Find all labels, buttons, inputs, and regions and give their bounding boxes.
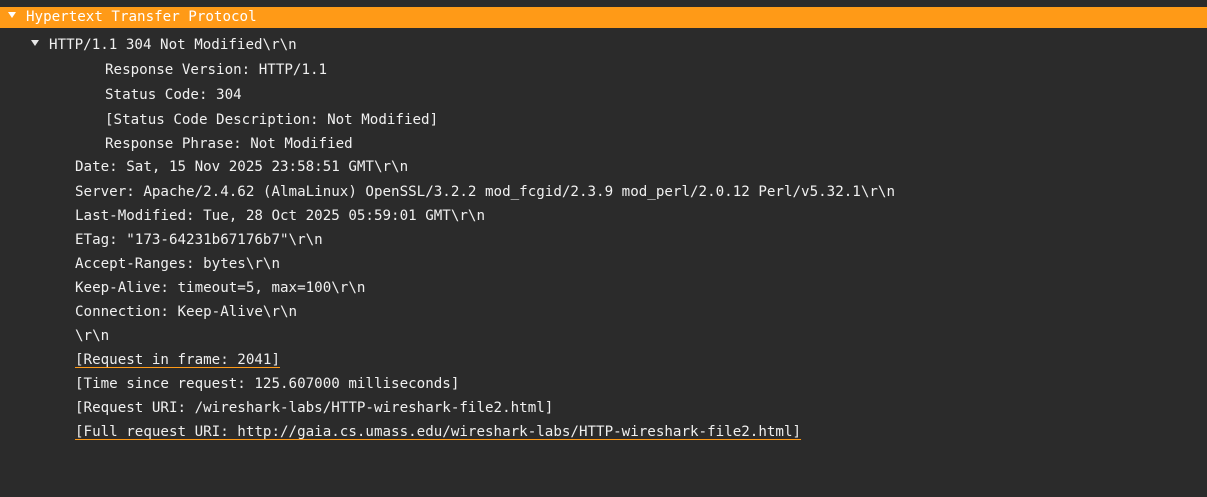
full-request-uri-link[interactable]: [Full request URI: http://gaia.cs.umass.… bbox=[75, 424, 801, 440]
tree-row-full-request-uri[interactable]: [Full request URI: http://gaia.cs.umass.… bbox=[0, 422, 1207, 442]
tree-row-label: [Request URI: /wireshark-labs/HTTP-wires… bbox=[75, 400, 554, 416]
tree-row-label: Accept-Ranges: bytes\r\n bbox=[75, 256, 280, 272]
tree-row-label: Connection: Keep-Alive\r\n bbox=[75, 304, 298, 320]
tree-row-label: ETag: "173-64231b67176b7"\r\n bbox=[75, 232, 323, 248]
tree-row-status-line[interactable]: HTTP/1.1 304 Not Modified\r\n bbox=[0, 35, 1207, 55]
tree-row-label: [Status Code Description: Not Modified] bbox=[105, 112, 439, 128]
expand-arrow-icon[interactable] bbox=[31, 40, 39, 46]
tree-row-label: HTTP/1.1 304 Not Modified\r\n bbox=[49, 37, 297, 53]
tree-row-status-code[interactable]: Status Code: 304 bbox=[0, 85, 1207, 105]
packet-details-pane[interactable]: Hypertext Transfer Protocol HTTP/1.1 304… bbox=[0, 0, 1207, 497]
tree-row-label: Server: Apache/2.4.62 (AlmaLinux) OpenSS… bbox=[75, 184, 895, 200]
tree-row-date[interactable]: Date: Sat, 15 Nov 2025 23:58:51 GMT\r\n bbox=[0, 157, 1207, 177]
tree-row-http[interactable]: Hypertext Transfer Protocol bbox=[0, 7, 1207, 28]
tree-row-accept-ranges[interactable]: Accept-Ranges: bytes\r\n bbox=[0, 254, 1207, 274]
tree-row-label: Status Code: 304 bbox=[105, 87, 242, 103]
tree-row-label: Date: Sat, 15 Nov 2025 23:58:51 GMT\r\n bbox=[75, 159, 409, 175]
tree-row-time-since-request[interactable]: [Time since request: 125.607000 millisec… bbox=[0, 374, 1207, 394]
tree-row-crlf[interactable]: \r\n bbox=[0, 326, 1207, 346]
tree-row-request-uri[interactable]: [Request URI: /wireshark-labs/HTTP-wires… bbox=[0, 398, 1207, 418]
tree-row-last-modified[interactable]: Last-Modified: Tue, 28 Oct 2025 05:59:01… bbox=[0, 206, 1207, 226]
tree-row-label: \r\n bbox=[75, 328, 110, 344]
expand-arrow-icon[interactable] bbox=[8, 12, 16, 18]
tree-row-server[interactable]: Server: Apache/2.4.62 (AlmaLinux) OpenSS… bbox=[0, 182, 1207, 202]
tree-row-label: Last-Modified: Tue, 28 Oct 2025 05:59:01… bbox=[75, 208, 485, 224]
tree-row-label: Response Phrase: Not Modified bbox=[105, 136, 353, 152]
tree-row-label: Response Version: HTTP/1.1 bbox=[105, 62, 328, 78]
tree-row-label: Keep-Alive: timeout=5, max=100\r\n bbox=[75, 280, 366, 296]
tree-row-label: [Time since request: 125.607000 millisec… bbox=[75, 376, 460, 392]
tree-row-label: Hypertext Transfer Protocol bbox=[26, 9, 257, 25]
tree-row-etag[interactable]: ETag: "173-64231b67176b7"\r\n bbox=[0, 230, 1207, 250]
request-in-frame-link[interactable]: [Request in frame: 2041] bbox=[75, 352, 280, 368]
tree-row-connection[interactable]: Connection: Keep-Alive\r\n bbox=[0, 302, 1207, 322]
tree-row-response-phrase[interactable]: Response Phrase: Not Modified bbox=[0, 134, 1207, 154]
tree-row-keep-alive[interactable]: Keep-Alive: timeout=5, max=100\r\n bbox=[0, 278, 1207, 298]
tree-row-status-description[interactable]: [Status Code Description: Not Modified] bbox=[0, 110, 1207, 130]
tree-row-request-in-frame[interactable]: [Request in frame: 2041] bbox=[0, 350, 1207, 370]
tree-row-response-version[interactable]: Response Version: HTTP/1.1 bbox=[0, 60, 1207, 80]
